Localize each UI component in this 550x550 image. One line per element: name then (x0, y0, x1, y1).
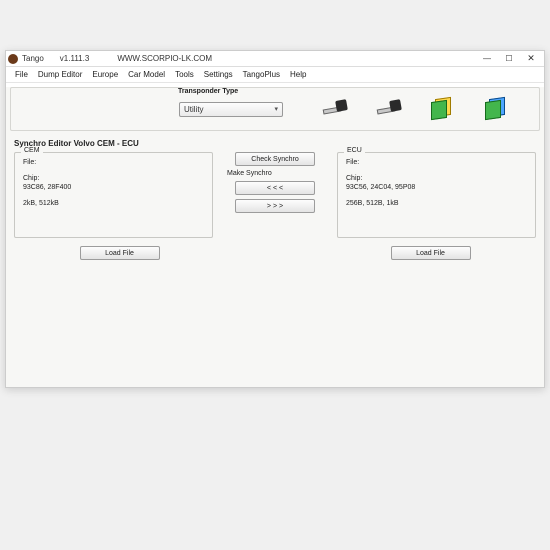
check-synchro-button[interactable]: Check Synchro (235, 152, 315, 166)
editor-title: Synchro Editor Volvo CEM - ECU (14, 139, 536, 148)
menu-car-model[interactable]: Car Model (123, 69, 170, 80)
make-synchro-label: Make Synchro (227, 170, 272, 177)
app-window: Tango v1.111.3 WWW.SCORPIO-LK.COM — ☐ ✕ … (5, 50, 545, 388)
key-icon[interactable] (375, 96, 401, 122)
menubar: File Dump Editor Europe Car Model Tools … (6, 67, 544, 83)
ecu-size-value: 256B, 512B, 1kB (346, 200, 527, 208)
synchro-editor: Synchro Editor Volvo CEM - ECU CEM File:… (6, 135, 544, 268)
key-icon[interactable] (321, 96, 347, 122)
toolbar-icons (321, 96, 509, 122)
menu-help[interactable]: Help (285, 69, 311, 80)
cem-chip-label: Chip: (23, 175, 204, 183)
cem-panel: CEM File: Chip: 93C86, 28F400 2kB, 512kB (14, 152, 213, 238)
ecu-chip-value: 93C56, 24C04, 95P08 (346, 184, 527, 192)
menu-dump-editor[interactable]: Dump Editor (33, 69, 87, 80)
ecu-file-label: File: (346, 159, 527, 167)
menu-tangoplus[interactable]: TangoPlus (238, 69, 285, 80)
transponder-type-label: Transponder Type (178, 88, 238, 95)
app-version: v1.111.3 (60, 54, 90, 63)
menu-settings[interactable]: Settings (199, 69, 238, 80)
app-icon (8, 54, 18, 64)
synchro-left-button[interactable]: < < < (235, 181, 315, 195)
menu-europe[interactable]: Europe (87, 69, 123, 80)
dropdown-value: Utility (184, 105, 274, 114)
cem-size-value: 2kB, 512kB (23, 200, 204, 208)
ecu-chip-label: Chip: (346, 175, 527, 183)
ecu-load-file-button[interactable]: Load File (391, 246, 471, 260)
cem-panel-title: CEM (21, 147, 43, 154)
client-area: Transponder Type Utility ▾ Synchro Edito… (6, 87, 544, 387)
menu-file[interactable]: File (10, 69, 33, 80)
maximize-button[interactable]: ☐ (498, 52, 520, 66)
minimize-button[interactable]: — (476, 52, 498, 66)
titlebar: Tango v1.111.3 WWW.SCORPIO-LK.COM — ☐ ✕ (6, 51, 544, 67)
ecu-panel: ECU File: Chip: 93C56, 24C04, 95P08 256B… (337, 152, 536, 238)
close-button[interactable]: ✕ (520, 52, 542, 66)
app-url: WWW.SCORPIO-LK.COM (117, 54, 212, 63)
transponder-type-dropdown[interactable]: Utility ▾ (179, 102, 283, 117)
synchro-right-button[interactable]: > > > (235, 199, 315, 213)
books-icon[interactable] (483, 96, 509, 122)
center-controls: Check Synchro Make Synchro < < < > > > (225, 152, 325, 238)
chevron-down-icon: ▾ (274, 105, 278, 113)
ecu-panel-title: ECU (344, 147, 365, 154)
cem-file-label: File: (23, 159, 204, 167)
menu-tools[interactable]: Tools (170, 69, 199, 80)
cem-chip-value: 93C86, 28F400 (23, 184, 204, 192)
app-title: Tango (22, 54, 44, 63)
toolbar: Transponder Type Utility ▾ (10, 87, 540, 131)
books-icon[interactable] (429, 96, 455, 122)
cem-load-file-button[interactable]: Load File (80, 246, 160, 260)
